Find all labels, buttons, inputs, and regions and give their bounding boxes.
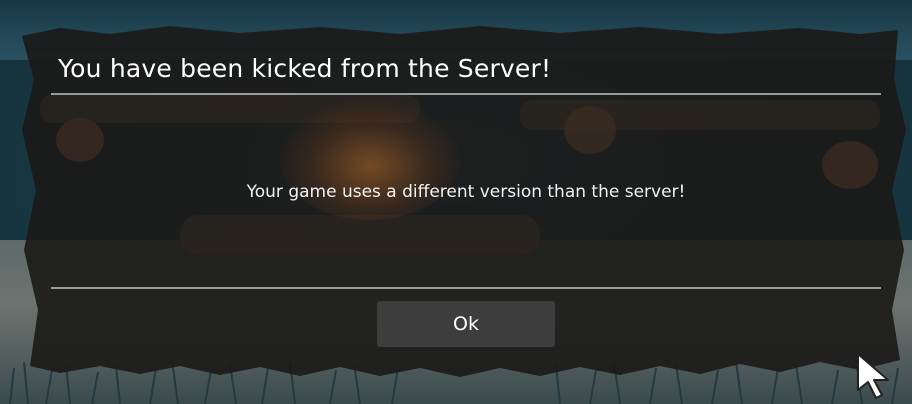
ok-button[interactable]: Ok [377, 301, 555, 347]
title-divider [51, 93, 881, 95]
dialog-title: You have been kicked from the Server! [58, 54, 552, 83]
dialog-message: Your game uses a different version than … [246, 182, 686, 202]
mouse-pointer-icon [857, 353, 889, 399]
footer-divider [51, 287, 881, 289]
campfire-glow [280, 100, 460, 220]
